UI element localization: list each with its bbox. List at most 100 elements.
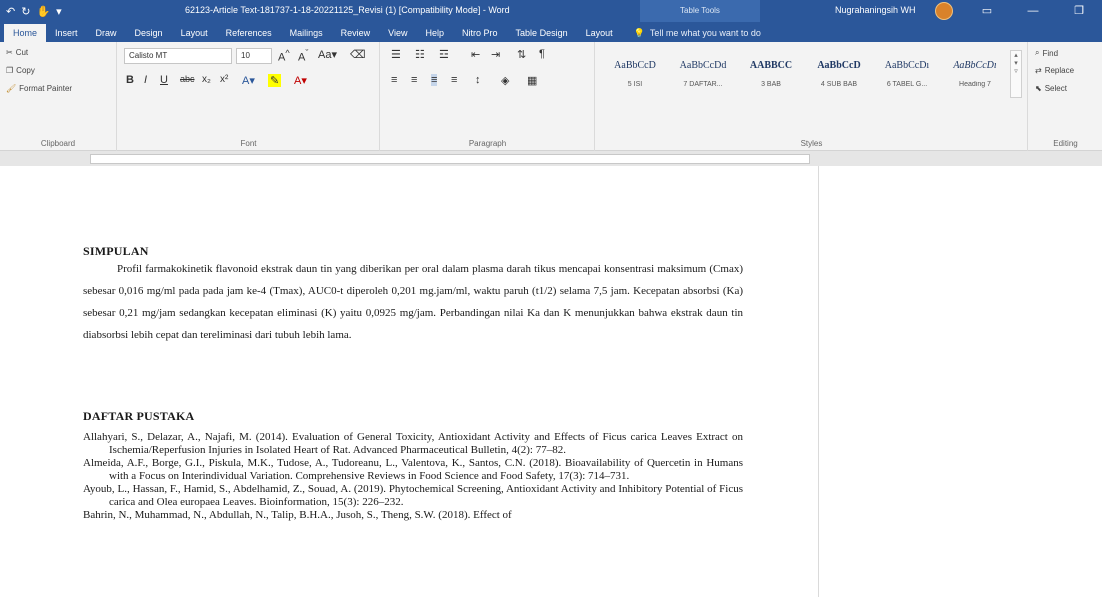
cursor-icon: ⬉ [1035, 84, 1042, 93]
copy-label: Copy [16, 66, 35, 75]
decrease-indent-icon[interactable]: ⇤ [471, 48, 480, 61]
ruler-track [90, 154, 810, 164]
qat-customize-icon[interactable]: ▾ [56, 5, 62, 18]
clear-formatting-icon[interactable]: ⌫ [350, 48, 366, 61]
reference-item: Bahrin, N., Muhammad, N., Abdullah, N., … [83, 509, 512, 521]
font-group-label: Font [240, 139, 257, 148]
document-title: 62123-Article Text-181737-1-18-20221125_… [185, 5, 510, 15]
side-pane [818, 166, 1102, 597]
style-item[interactable]: AaBbCcDd 7 DAFTAR... [670, 50, 736, 98]
format-painter-button[interactable]: 🖌 Format Painter [6, 84, 72, 93]
style-sample: AaBbCcD [817, 60, 861, 71]
tab-help[interactable]: Help [417, 24, 454, 42]
multilevel-list-icon[interactable]: ☲ [439, 48, 449, 61]
tab-nitro-pro[interactable]: Nitro Pro [453, 24, 507, 42]
font-color-icon[interactable]: A▾ [294, 74, 307, 87]
document-area: SIMPULAN Profil farmakokinetik flavonoid… [0, 166, 1102, 597]
redo-icon[interactable]: ↻ [21, 5, 30, 18]
copy-button[interactable]: ❐ Copy [6, 66, 35, 75]
line-spacing-icon[interactable]: ↕ [475, 74, 481, 86]
clipboard-group: ✂ Cut ❐ Copy 🖌 Format Painter Clipboard [0, 42, 117, 151]
simpulan-paragraph: Profil farmakokinetik flavonoid ekstrak … [83, 263, 743, 341]
document-page[interactable]: SIMPULAN Profil farmakokinetik flavonoid… [0, 166, 818, 597]
horizontal-ruler[interactable] [0, 152, 1102, 166]
copy-icon: ❐ [6, 66, 14, 75]
select-button[interactable]: ⬉ Select [1035, 84, 1067, 93]
tab-table-design[interactable]: Table Design [507, 24, 577, 42]
numbering-icon[interactable]: ☷ [415, 48, 425, 61]
font-size-combo[interactable]: 10 [236, 48, 272, 64]
highlight-icon[interactable]: ✎ [268, 74, 282, 87]
tab-draw[interactable]: Draw [87, 24, 126, 42]
align-left-icon[interactable]: ≡ [391, 74, 397, 86]
increase-indent-icon[interactable]: ⇥ [491, 48, 500, 61]
scissors-icon: ✂ [6, 48, 13, 57]
quick-access-toolbar: ↶ ↻ ✋ ▾ [0, 5, 150, 18]
reference-item: Allahyari, S., Delazar, A., Najafi, M. (… [83, 431, 743, 456]
change-case-icon[interactable]: Aa▾ [318, 48, 337, 61]
minimize-icon[interactable]: — [1010, 0, 1056, 22]
search-icon: ⌕ [1035, 48, 1040, 57]
restore-icon[interactable]: ❐ [1056, 0, 1102, 22]
tab-view[interactable]: View [379, 24, 416, 42]
editing-group: ⌕ Find ⇄ Replace ⬉ Select Editing [1029, 42, 1102, 151]
undo-icon[interactable]: ↶ [6, 5, 15, 18]
style-item[interactable]: AaBbCcD 4 SUB BAB [806, 50, 872, 98]
user-name[interactable]: Nugrahaningsih WH [835, 5, 916, 15]
bullets-icon[interactable]: ☰ [391, 48, 401, 61]
window-controls: ▭ — ❐ [964, 0, 1102, 22]
text-effects-icon[interactable]: A▾ [242, 74, 255, 87]
borders-icon[interactable]: ▦ [527, 74, 537, 87]
tab-layout[interactable]: Layout [172, 24, 217, 42]
tell-me-text: Tell me what you want to do [649, 28, 761, 38]
style-name: 6 TABEL G... [886, 81, 928, 88]
tab-design[interactable]: Design [126, 24, 172, 42]
font-name-combo[interactable]: Calisto MT [124, 48, 232, 64]
daftar-pustaka-heading: DAFTAR PUSTAKA [83, 409, 195, 423]
tell-me-box[interactable]: 💡 Tell me what you want to do [622, 24, 761, 42]
style-name: 5 ISI [627, 81, 643, 88]
style-item[interactable]: AaBbCcDı 6 TABEL G... [874, 50, 940, 98]
grow-font-icon[interactable]: A^ [278, 48, 290, 64]
style-name: 4 SUB BAB [820, 81, 858, 88]
tab-table-layout[interactable]: Layout [577, 24, 622, 42]
shading-icon[interactable]: ◈ [501, 74, 509, 87]
tab-insert[interactable]: Insert [46, 24, 87, 42]
subscript-icon[interactable]: x₂ [202, 74, 211, 85]
editing-group-label: Editing [1053, 139, 1078, 148]
sort-icon[interactable]: ⇅ [517, 48, 526, 61]
justify-icon[interactable]: ≡ [451, 74, 457, 86]
simpulan-heading: SIMPULAN [83, 244, 149, 258]
style-item[interactable]: AABBCC 3 BAB [738, 50, 804, 98]
tab-review[interactable]: Review [332, 24, 380, 42]
style-item[interactable]: AaBbCcD 5 ISI [602, 50, 668, 98]
bold-icon[interactable]: B [126, 74, 134, 86]
reference-item: Ayoub, L., Hassan, F., Hamid, S., Abdelh… [83, 483, 743, 508]
align-right-icon[interactable]: ≡ [431, 74, 438, 86]
cut-button[interactable]: ✂ Cut [6, 48, 28, 57]
superscript-icon[interactable]: x² [220, 74, 228, 85]
replace-button[interactable]: ⇄ Replace [1035, 66, 1074, 75]
pilcrow-icon[interactable]: ¶ [539, 48, 545, 60]
style-name: Heading 7 [959, 81, 991, 88]
avatar[interactable] [935, 2, 953, 20]
find-button[interactable]: ⌕ Find [1035, 48, 1058, 58]
touch-mode-icon[interactable]: ✋ [36, 5, 50, 18]
tab-mailings[interactable]: Mailings [281, 24, 332, 42]
table-tools-label: Table Tools [640, 0, 760, 22]
align-center-icon[interactable]: ≡ [411, 74, 417, 86]
clipboard-group-label: Clipboard [40, 139, 76, 148]
tab-home[interactable]: Home [4, 24, 47, 42]
ribbon-display-icon[interactable]: ▭ [964, 0, 1010, 22]
tab-references[interactable]: References [217, 24, 281, 42]
style-sample: AaBbCcD [614, 60, 656, 71]
styles-gallery-scroll[interactable]: ▴ ▾ ▿ [1010, 50, 1022, 98]
strikethrough-icon[interactable]: abc [180, 74, 195, 84]
style-name: 7 DAFTAR... [683, 81, 723, 88]
italic-icon[interactable]: I [144, 74, 147, 86]
style-item[interactable]: AaBbCcDı Heading 7 [942, 50, 1008, 98]
underline-icon[interactable]: U [160, 74, 168, 86]
style-sample: AABBCC [749, 60, 793, 71]
paintbrush-icon: 🖌 [6, 84, 17, 93]
shrink-font-icon[interactable]: Aˇ [298, 48, 308, 64]
